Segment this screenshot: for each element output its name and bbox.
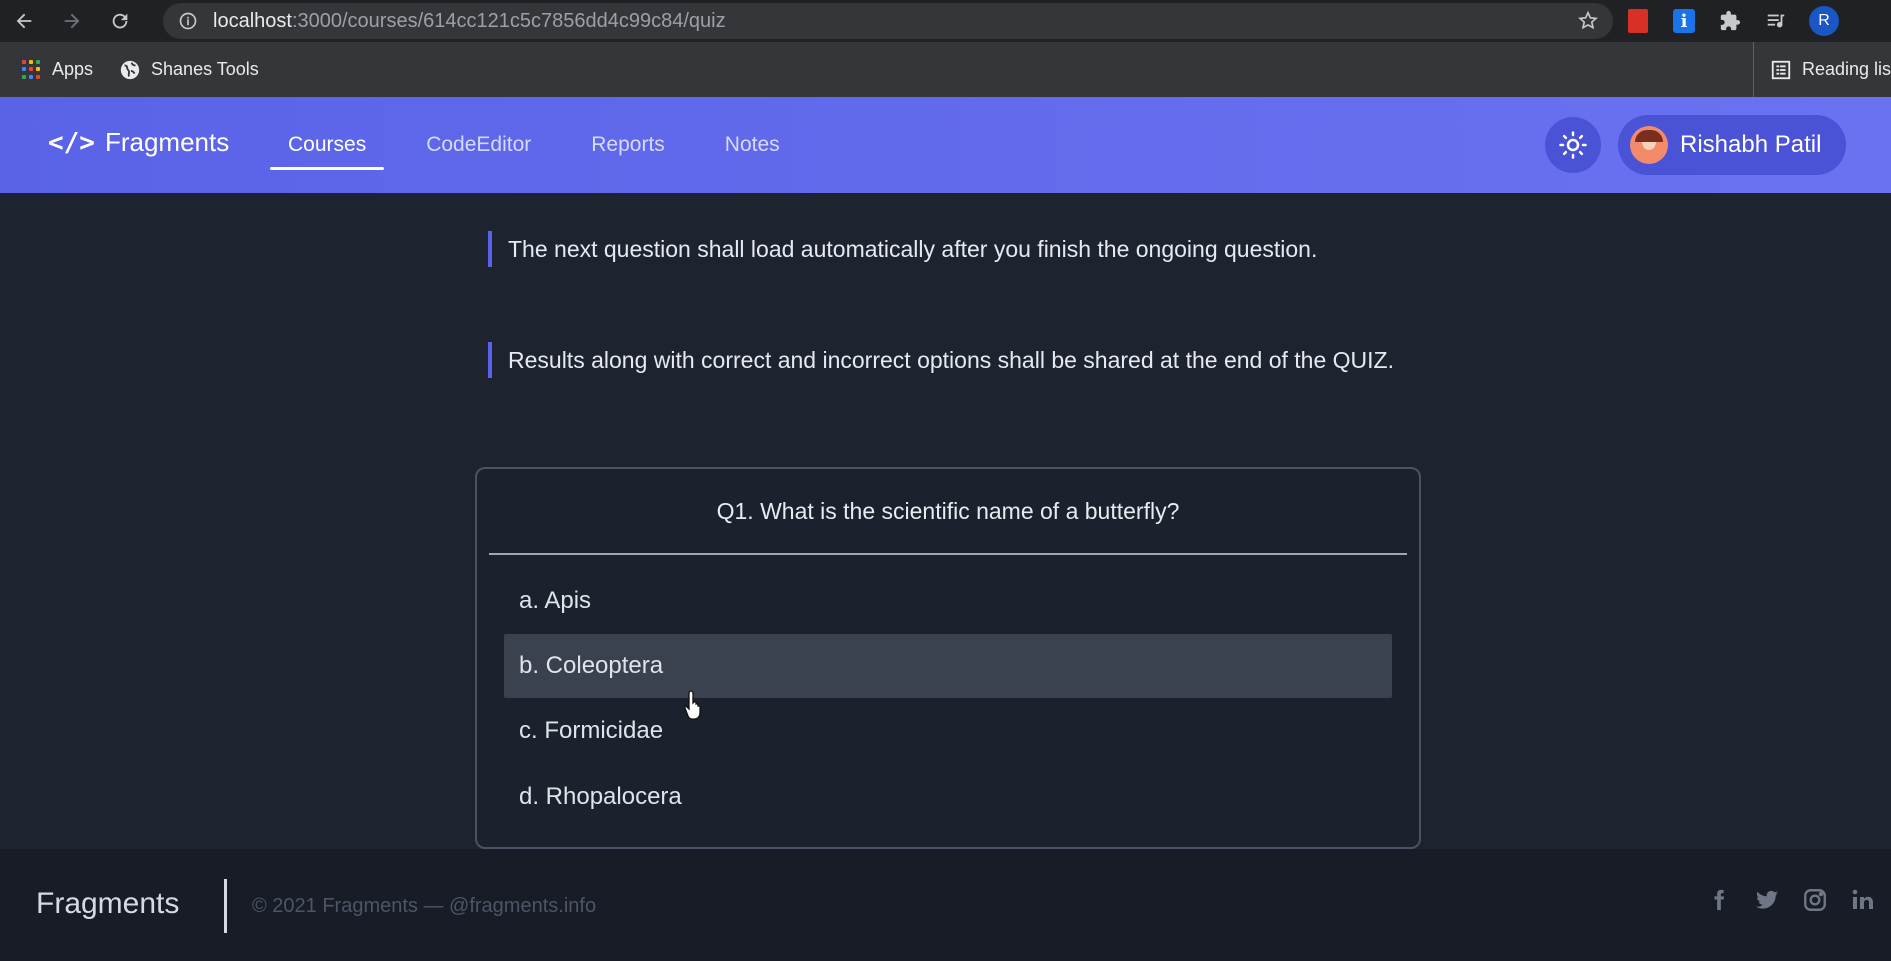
instruction-note: Results along with correct and incorrect… — [488, 342, 1408, 378]
social-links — [1706, 887, 1876, 913]
brand-name: Fragments — [104, 127, 230, 157]
url-text: localhost:3000/courses/614cc121c5c7856dd… — [213, 10, 726, 33]
url-host: localhost — [213, 9, 292, 32]
option-d[interactable]: d. Rhopalocera — [504, 765, 1392, 829]
instagram-icon[interactable] — [1802, 887, 1828, 913]
url-path: :3000/courses/614cc121c5c7856dd4c99c84/q… — [291, 9, 726, 32]
bookmark-extension-icon[interactable] — [1625, 8, 1651, 34]
apps-grid-icon — [22, 59, 42, 80]
user-avatar — [1630, 126, 1668, 164]
arrow-left-icon — [16, 13, 32, 29]
media-queue-icon[interactable] — [1763, 8, 1789, 34]
forward-button[interactable] — [48, 0, 96, 42]
nav-reports[interactable]: Reports — [573, 120, 683, 170]
question-text: Q1. What is the scientific name of a but… — [489, 469, 1407, 555]
bookmarks-bar: Apps Shanes Tools Reading lis — [0, 42, 1891, 97]
globe-icon — [120, 60, 140, 79]
nav-courses[interactable]: Courses — [270, 120, 385, 170]
user-name: Rishabh Patil — [1680, 131, 1822, 158]
footer-brand[interactable]: Fragments — [36, 887, 179, 921]
linkedin-icon[interactable] — [1850, 887, 1876, 913]
twitter-icon[interactable] — [1754, 887, 1780, 913]
facebook-icon[interactable] — [1706, 887, 1732, 913]
footer-copyright: © 2021 Fragments — @fragments.info — [252, 895, 597, 917]
address-bar[interactable]: localhost:3000/courses/614cc121c5c7856dd… — [163, 3, 1613, 39]
user-menu-button[interactable]: Rishabh Patil — [1618, 115, 1846, 175]
option-b[interactable]: b. Coleoptera — [504, 634, 1392, 698]
puzzle-icon[interactable] — [1717, 8, 1743, 34]
bookmark-label: Shanes Tools — [151, 59, 259, 79]
app-navbar: </> Fragments Courses CodeEditor Reports… — [0, 97, 1891, 193]
info-icon[interactable] — [177, 10, 199, 32]
reload-button[interactable] — [96, 0, 144, 42]
reload-icon — [112, 13, 128, 29]
quiz-page: The next question shall load automatical… — [0, 193, 1891, 849]
back-button[interactable] — [0, 0, 48, 42]
instruction-note: The next question shall load automatical… — [488, 231, 1408, 267]
footer-divider — [224, 879, 227, 933]
browser-toolbar: localhost:3000/courses/614cc121c5c7856dd… — [0, 0, 1891, 42]
hand-cursor-icon — [684, 690, 701, 720]
reading-list-button[interactable]: Reading lis — [1753, 42, 1891, 97]
extensions-area: i R — [1625, 0, 1839, 42]
info-extension-icon[interactable]: i — [1671, 8, 1697, 34]
reading-list-label: Reading lis — [1802, 59, 1891, 79]
bookmark-shanes-tools[interactable]: Shanes Tools — [119, 59, 259, 81]
brand-logo[interactable]: </> Fragments — [48, 127, 229, 158]
theme-toggle-button[interactable] — [1545, 117, 1601, 173]
nav-links: Courses CodeEditor Reports Notes — [270, 97, 822, 193]
profile-avatar[interactable]: R — [1809, 6, 1839, 36]
option-c[interactable]: c. Formicidae — [504, 699, 1392, 763]
bookmark-apps[interactable]: Apps — [22, 59, 93, 80]
bookmark-star-icon[interactable] — [1577, 10, 1599, 37]
code-icon: </> — [48, 127, 95, 158]
option-a[interactable]: a. Apis — [504, 569, 1392, 633]
reading-list-icon — [1771, 60, 1791, 79]
sun-icon — [1559, 131, 1587, 159]
nav-code-editor[interactable]: CodeEditor — [408, 120, 549, 170]
footer: Fragments © 2021 Fragments — @fragments.… — [0, 849, 1891, 961]
quiz-card: Q1. What is the scientific name of a but… — [475, 467, 1421, 849]
nav-notes[interactable]: Notes — [707, 120, 798, 170]
arrow-right-icon — [64, 13, 80, 29]
bookmark-label: Apps — [52, 59, 94, 79]
